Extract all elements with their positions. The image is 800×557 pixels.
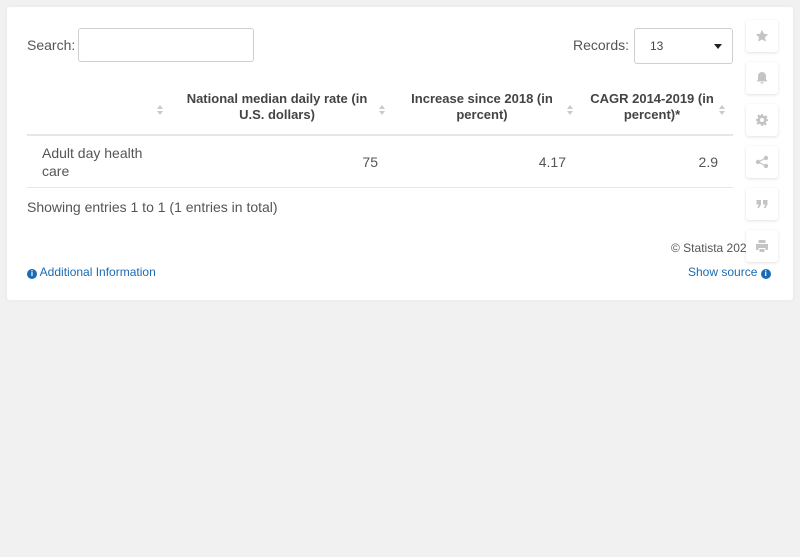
sort-icon — [157, 105, 163, 115]
sort-icon — [567, 105, 573, 115]
table-row: Adult day health care 75 4.17 2.9 — [27, 135, 733, 188]
search-label: Search: — [27, 37, 76, 53]
print-button[interactable] — [746, 230, 778, 262]
entries-summary: Showing entries 1 to 1 (1 entries in tot… — [27, 199, 278, 215]
notification-button[interactable] — [746, 62, 778, 94]
search-input[interactable] — [78, 28, 254, 62]
column-header-increase[interactable]: Increase since 2018 (in percent) — [393, 80, 581, 136]
settings-button[interactable] — [746, 104, 778, 136]
column-header-text: National median daily rate (in U.S. doll… — [186, 91, 368, 122]
favorite-button[interactable] — [746, 20, 778, 52]
caret-down-icon — [714, 44, 722, 49]
column-header-text: CAGR 2014-2019 (in percent)* — [590, 91, 714, 122]
column-header-daily-rate[interactable]: National median daily rate (in U.S. doll… — [171, 80, 393, 136]
gear-icon — [756, 114, 768, 126]
records-select[interactable]: 13 — [634, 28, 733, 64]
cell-increase: 4.17 — [393, 135, 581, 188]
bell-icon — [756, 72, 768, 84]
data-table: National median daily rate (in U.S. doll… — [27, 80, 733, 188]
cite-button[interactable] — [746, 188, 778, 220]
info-icon: i — [27, 269, 37, 279]
sort-icon — [379, 105, 385, 115]
row-label: Adult day health care — [27, 135, 171, 188]
share-button[interactable] — [746, 146, 778, 178]
cell-cagr: 2.9 — [581, 135, 733, 188]
table-header-row: National median daily rate (in U.S. doll… — [27, 80, 733, 136]
column-header-cagr[interactable]: CAGR 2014-2019 (in percent)* — [581, 80, 733, 136]
column-header-text: Increase since 2018 (in percent) — [411, 91, 553, 122]
statistic-card: Search: Records: 13 National median dail… — [7, 7, 793, 300]
column-header-label[interactable] — [27, 80, 171, 136]
tool-sidebar — [746, 20, 780, 272]
records-label: Records: — [573, 37, 630, 53]
quote-icon — [756, 200, 768, 208]
star-icon — [755, 29, 769, 42]
records-select-value: 13 — [650, 39, 664, 53]
sort-icon — [719, 105, 725, 115]
additional-information-link[interactable]: i Additional Information — [27, 265, 156, 279]
print-icon — [756, 240, 768, 252]
copyright: © Statista 2021 — [671, 241, 754, 255]
additional-information-label: Additional Information — [39, 265, 156, 279]
share-icon — [755, 155, 769, 169]
cell-daily-rate: 75 — [171, 135, 393, 188]
